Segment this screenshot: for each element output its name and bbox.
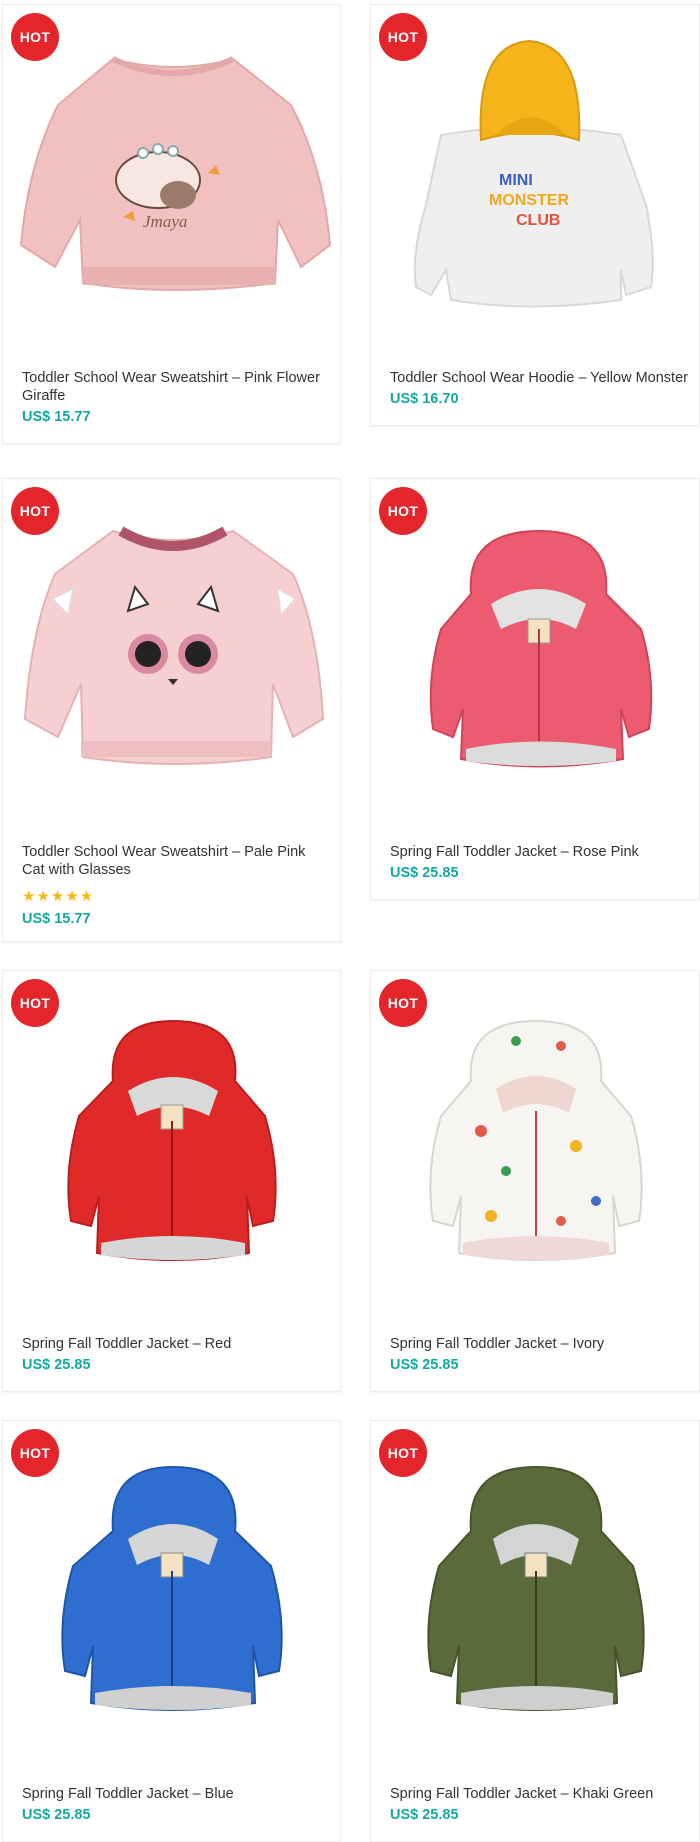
hoodie-graphic-line1: MINI (499, 172, 533, 189)
jacket-image (427, 1465, 645, 1711)
product-price: US$ 25.85 (390, 1357, 459, 1373)
hot-badge: HOT (11, 13, 59, 61)
product-card[interactable]: HOT Spring Fall Toddler Jacket – Red US$… (2, 970, 341, 1392)
hot-badge: HOT (11, 979, 59, 1027)
product-price: US$ 16.70 (390, 391, 459, 407)
product-price: US$ 25.85 (390, 1807, 459, 1823)
product-title[interactable]: Spring Fall Toddler Jacket – Red (22, 1335, 330, 1353)
product-card[interactable]: HOT Spring Fall Toddler Jacket – Rose Pi… (370, 478, 700, 900)
product-title[interactable]: Toddler School Wear Sweatshirt – Pale Pi… (22, 843, 330, 879)
hoodie-graphic-line3: CLUB (516, 212, 560, 229)
product-price: US$ 25.85 (22, 1807, 91, 1823)
product-image[interactable] (3, 1421, 340, 1766)
hot-badge: HOT (11, 1429, 59, 1477)
product-card[interactable]: HOT Spring Fall Toddler Jacket – Ivory U… (370, 970, 700, 1392)
product-title[interactable]: Toddler School Wear Hoodie – Yellow Mons… (390, 369, 689, 387)
product-image[interactable]: Jmaya (3, 5, 340, 350)
jacket-image (429, 1019, 643, 1261)
product-card[interactable]: Jmaya HOT Toddler School Wear Sweatshirt… (2, 4, 341, 444)
product-title[interactable]: Spring Fall Toddler Jacket – Ivory (390, 1335, 689, 1353)
hot-badge: HOT (379, 13, 427, 61)
product-title[interactable]: Spring Fall Toddler Jacket – Blue (22, 1785, 330, 1803)
hot-badge: HOT (379, 979, 427, 1027)
product-card[interactable]: MINI MONSTER CLUB HOT Toddler School Wea… (370, 4, 700, 426)
product-title[interactable]: Spring Fall Toddler Jacket – Rose Pink (390, 843, 689, 861)
product-card[interactable]: HOT Spring Fall Toddler Jacket – Khaki G… (370, 1420, 700, 1842)
product-title[interactable]: Toddler School Wear Sweatshirt – Pink Fl… (22, 369, 330, 405)
product-price: US$ 25.85 (390, 865, 459, 881)
product-image[interactable] (3, 971, 340, 1316)
product-title[interactable]: Spring Fall Toddler Jacket – Khaki Green (390, 1785, 689, 1803)
hoodie-image: MINI MONSTER CLUB (413, 39, 654, 308)
svg-text:Jmaya: Jmaya (143, 212, 187, 231)
rating-stars: ★★★★★ (22, 888, 95, 905)
product-price: US$ 15.77 (22, 911, 91, 927)
hot-badge: HOT (379, 487, 427, 535)
product-image[interactable] (371, 1421, 699, 1766)
product-image[interactable] (371, 971, 699, 1316)
product-card[interactable]: HOT Toddler School Wear Sweatshirt – Pal… (2, 478, 341, 942)
product-image[interactable]: MINI MONSTER CLUB (371, 5, 699, 350)
jacket-image (67, 1019, 277, 1261)
product-image[interactable] (3, 479, 340, 824)
product-price: US$ 15.77 (22, 409, 91, 425)
hoodie-graphic-line2: MONSTER (489, 192, 569, 209)
jacket-image (61, 1465, 283, 1711)
hot-badge: HOT (11, 487, 59, 535)
sweatshirt-image (23, 526, 325, 765)
jacket-image (429, 529, 653, 768)
product-price: US$ 25.85 (22, 1357, 91, 1373)
hot-badge: HOT (379, 1429, 427, 1477)
product-card[interactable]: HOT Spring Fall Toddler Jacket – Blue US… (2, 1420, 341, 1842)
product-image[interactable] (371, 479, 699, 824)
sweatshirt-image: Jmaya (19, 56, 332, 291)
